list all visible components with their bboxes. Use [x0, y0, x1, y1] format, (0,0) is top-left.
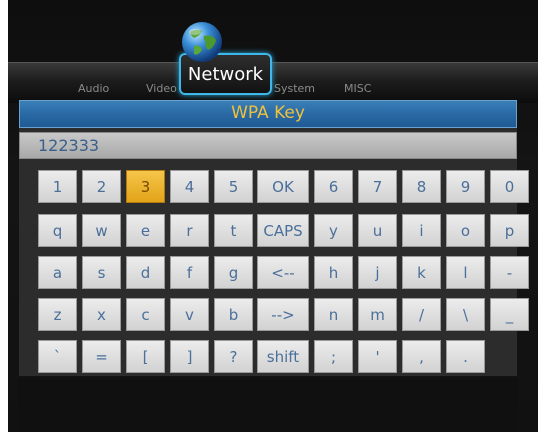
key-cursor-right[interactable]: --> [257, 298, 309, 331]
dialog-title: WPA Key [231, 103, 305, 123]
dialog-title-bar: WPA Key [19, 100, 517, 128]
key-z[interactable]: z [38, 298, 77, 331]
key-2[interactable]: 2 [82, 170, 121, 203]
key-hyphen[interactable]: - [490, 256, 529, 289]
key-h[interactable]: h [314, 256, 353, 289]
key-b[interactable]: b [214, 298, 253, 331]
key-slash[interactable]: / [402, 298, 441, 331]
key-y[interactable]: y [314, 214, 353, 247]
key-v[interactable]: v [170, 298, 209, 331]
key-i[interactable]: i [402, 214, 441, 247]
key-d[interactable]: d [126, 256, 165, 289]
key-c[interactable]: c [126, 298, 165, 331]
key-backspace[interactable]: <-- [257, 256, 309, 289]
key-semicolon[interactable]: ; [314, 340, 353, 373]
key-7[interactable]: 7 [358, 170, 397, 203]
key-comma[interactable]: , [402, 340, 441, 373]
key-apostrophe[interactable]: ' [358, 340, 397, 373]
key-underscore[interactable]: _ [490, 298, 529, 331]
key-equals[interactable]: = [82, 340, 121, 373]
key-f[interactable]: f [170, 256, 209, 289]
globe-icon [182, 22, 222, 62]
key-caps[interactable]: CAPS [257, 214, 309, 247]
key-o[interactable]: o [446, 214, 485, 247]
key-left-bracket[interactable]: [ [126, 340, 165, 373]
key-8[interactable]: 8 [402, 170, 441, 203]
key-t[interactable]: t [214, 214, 253, 247]
tab-misc[interactable]: MISC [344, 82, 371, 95]
key-1[interactable]: 1 [38, 170, 77, 203]
tab-audio[interactable]: Audio [78, 82, 109, 95]
bottom-area [18, 378, 518, 432]
key-l[interactable]: l [446, 256, 485, 289]
key-period[interactable]: . [446, 340, 485, 373]
key-a[interactable]: a [38, 256, 77, 289]
key-ok[interactable]: OK [257, 170, 309, 203]
key-6[interactable]: 6 [314, 170, 353, 203]
tab-system[interactable]: System [274, 82, 315, 95]
key-n[interactable]: n [314, 298, 353, 331]
key-x[interactable]: x [82, 298, 121, 331]
wpa-key-input[interactable]: 122333 [19, 132, 517, 159]
key-0[interactable]: 0 [490, 170, 529, 203]
key-4[interactable]: 4 [170, 170, 209, 203]
key-backslash[interactable]: \ [446, 298, 485, 331]
key-w[interactable]: w [82, 214, 121, 247]
key-j[interactable]: j [358, 256, 397, 289]
tab-network-label: Network [187, 63, 264, 85]
key-backtick[interactable]: ` [38, 340, 77, 373]
tab-video[interactable]: Video [146, 82, 177, 95]
key-q[interactable]: q [38, 214, 77, 247]
key-3[interactable]: 3 [126, 170, 165, 203]
key-m[interactable]: m [358, 298, 397, 331]
key-s[interactable]: s [82, 256, 121, 289]
key-p[interactable]: p [490, 214, 529, 247]
key-g[interactable]: g [214, 256, 253, 289]
key-right-bracket[interactable]: ] [170, 340, 209, 373]
key-question[interactable]: ? [214, 340, 253, 373]
key-shift[interactable]: shift [257, 340, 309, 373]
key-9[interactable]: 9 [446, 170, 485, 203]
key-e[interactable]: e [126, 214, 165, 247]
key-5[interactable]: 5 [214, 170, 253, 203]
key-r[interactable]: r [170, 214, 209, 247]
wpa-key-value: 122333 [38, 136, 100, 155]
key-u[interactable]: u [358, 214, 397, 247]
key-k[interactable]: k [402, 256, 441, 289]
